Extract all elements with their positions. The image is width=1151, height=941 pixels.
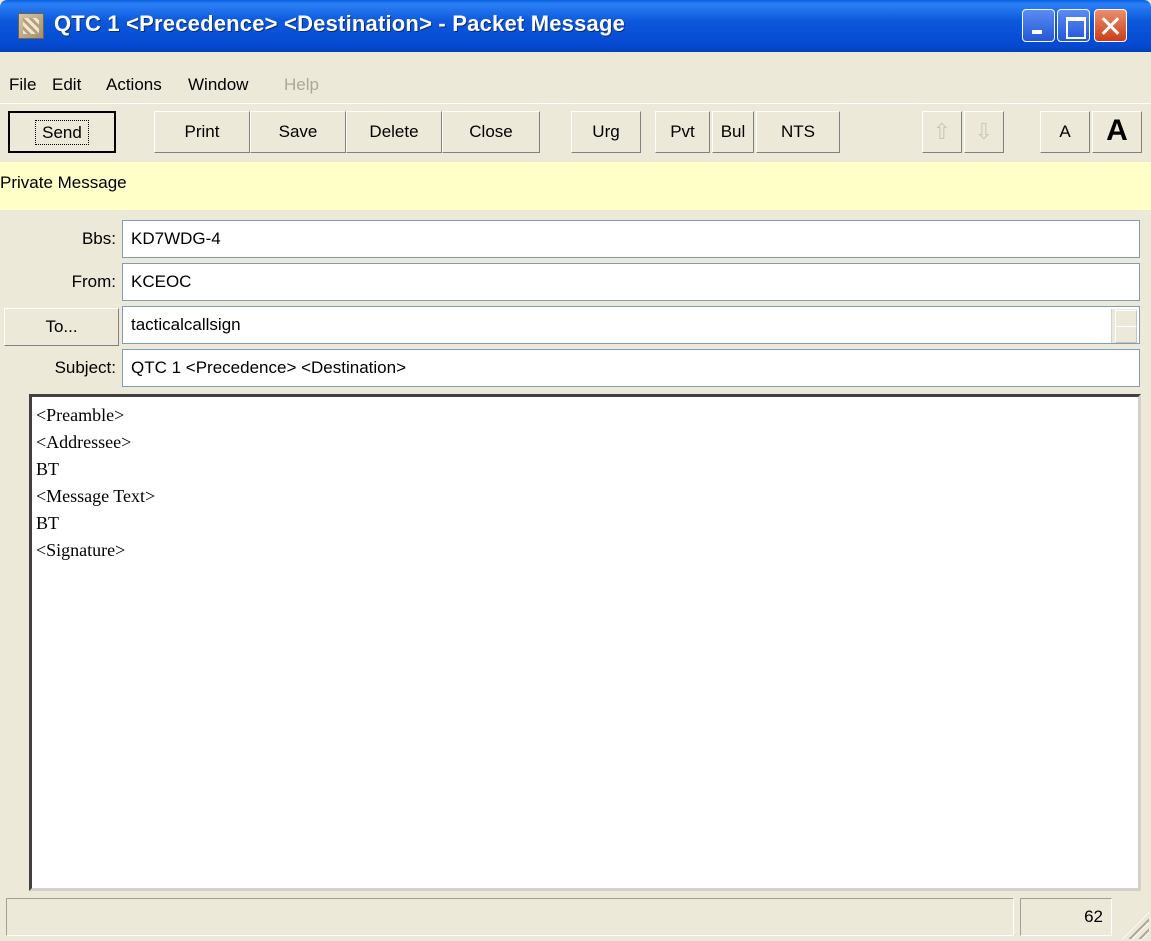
bbs-field[interactable]: KD7WDG-4 — [122, 220, 1140, 258]
from-label: From: — [71, 272, 116, 291]
to-scroll-buttons[interactable] — [1111, 309, 1137, 343]
body-line: <Message Text> — [36, 486, 156, 506]
nts-button[interactable]: NTS — [756, 111, 840, 153]
message-body[interactable]: <Preamble> <Addressee> BT <Message Text>… — [29, 394, 1141, 891]
body-line: <Addressee> — [36, 432, 132, 452]
menu-help[interactable]: Help — [284, 75, 319, 95]
delete-button[interactable]: Delete — [346, 111, 442, 153]
to-button[interactable]: To... — [4, 308, 119, 346]
maximize-icon[interactable] — [1057, 9, 1090, 42]
move-up-button[interactable]: ⇧ — [922, 111, 962, 153]
close-icon[interactable] — [1094, 9, 1127, 42]
minimize-icon[interactable] — [1022, 9, 1055, 42]
body-line: BT — [36, 459, 60, 479]
resize-grip-icon[interactable] — [1121, 911, 1149, 939]
up-arrow-icon: ⇧ — [932, 119, 952, 144]
subject-field[interactable]: QTC 1 <Precedence> <Destination> — [122, 349, 1140, 387]
send-button[interactable]: Send — [8, 111, 116, 153]
save-button[interactable]: Save — [250, 111, 346, 153]
body-line: <Signature> — [36, 540, 126, 560]
to-field[interactable]: tacticalcallsign — [122, 306, 1140, 344]
font-larger-button[interactable]: A — [1092, 111, 1142, 153]
menu-actions[interactable]: Actions — [106, 75, 162, 95]
bbs-label: Bbs: — [81, 229, 116, 248]
app-icon[interactable] — [18, 13, 44, 39]
font-smaller-button[interactable]: A — [1040, 111, 1090, 153]
menu-bar: File Edit Actions Window Help — [0, 52, 1151, 104]
menu-file[interactable]: File — [9, 75, 36, 95]
bulletin-button[interactable]: Bul — [712, 111, 754, 153]
title-bar[interactable]: QTC 1 <Precedence> <Destination> - Packe… — [0, 0, 1151, 52]
from-field[interactable]: KCEOC — [122, 263, 1140, 301]
character-count: 62 — [1020, 898, 1112, 936]
body-line: BT — [36, 513, 60, 533]
menu-window[interactable]: Window — [188, 75, 248, 95]
down-arrow-icon: ⇩ — [974, 119, 994, 144]
to-field-value: tacticalcallsign — [131, 315, 241, 334]
urgent-button[interactable]: Urg — [571, 111, 641, 153]
print-button[interactable]: Print — [154, 111, 250, 153]
private-button[interactable]: Pvt — [655, 111, 710, 153]
toolbar: Send Print Save Delete Close Urg Pvt Bul… — [0, 104, 1151, 162]
subject-label: Subject: — [54, 358, 116, 377]
status-bar: 62 — [0, 893, 1151, 941]
send-button-label: Send — [35, 120, 89, 145]
body-line: <Preamble> — [36, 405, 125, 425]
menu-edit[interactable]: Edit — [52, 75, 81, 95]
move-down-button[interactable]: ⇩ — [964, 111, 1004, 153]
window-title: QTC 1 <Precedence> <Destination> - Packe… — [54, 11, 626, 36]
close-button[interactable]: Close — [442, 111, 540, 153]
message-type-bar: Private Message — [0, 162, 1151, 210]
status-message-panel — [6, 898, 1014, 936]
message-type-label: Private Message — [0, 173, 127, 192]
